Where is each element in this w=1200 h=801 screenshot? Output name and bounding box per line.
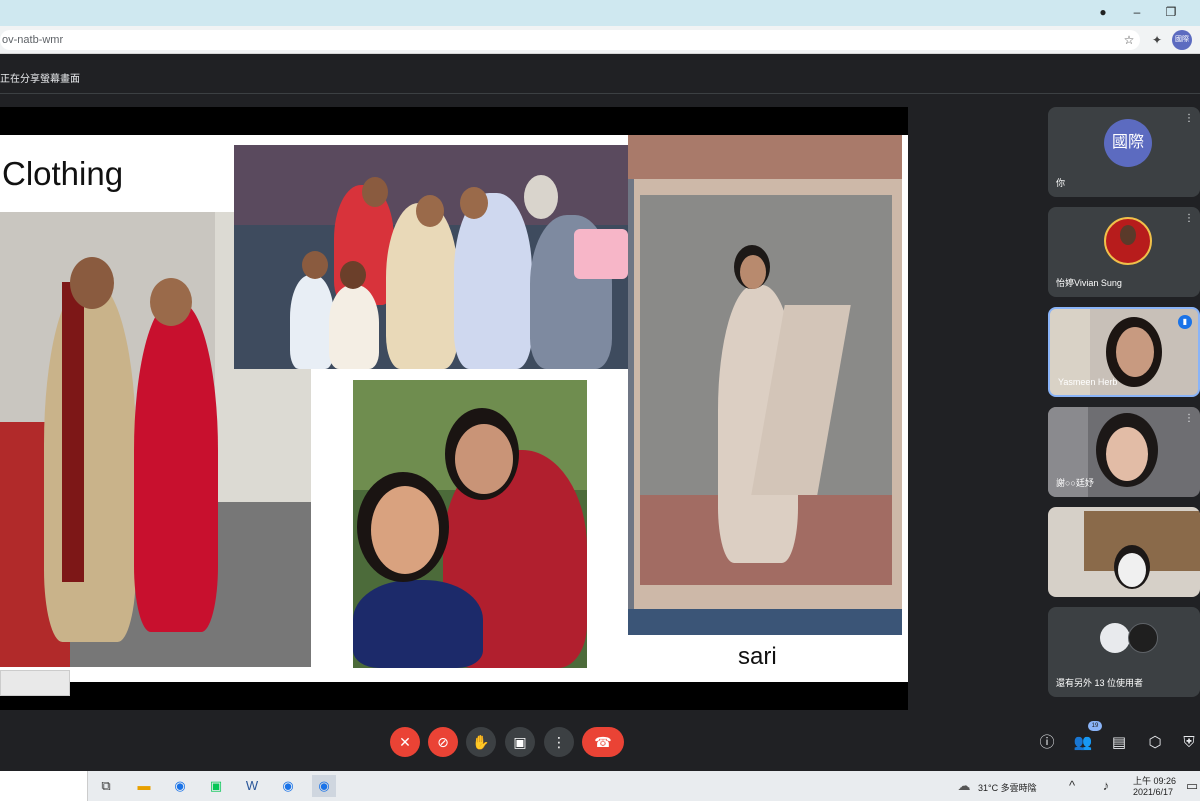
hangup-button[interactable]: ☎ bbox=[582, 727, 624, 757]
avatar bbox=[1128, 623, 1158, 653]
speaking-indicator-icon: ▮ bbox=[1178, 315, 1192, 329]
info-icon[interactable]: ⓘ bbox=[1036, 732, 1058, 754]
tray-chevron-icon[interactable]: ^ bbox=[1060, 775, 1084, 797]
hand-icon: ✋ bbox=[472, 734, 490, 750]
chat-icon[interactable]: ▤ bbox=[1108, 732, 1130, 754]
url-field[interactable]: ov-natb-wmr bbox=[0, 30, 1140, 50]
clock-time[interactable]: 上午 09:26 bbox=[1133, 774, 1176, 787]
host-controls-icon[interactable]: ⛨ bbox=[1178, 732, 1200, 754]
camera-button[interactable]: ⊘ bbox=[428, 727, 458, 757]
presentation-stage: Clothing sari bbox=[0, 107, 908, 710]
media-icon[interactable]: ● bbox=[1092, 3, 1114, 21]
address-bar: ov-natb-wmr ☆ ✦ 國際 bbox=[0, 26, 1200, 54]
clock-date[interactable]: 2021/6/17 bbox=[1133, 787, 1173, 797]
chrome-icon[interactable]: ◉ bbox=[168, 775, 192, 797]
raise-hand-button[interactable]: ✋ bbox=[466, 727, 496, 757]
avatar: 國際 bbox=[1104, 119, 1152, 167]
volume-icon[interactable]: ♪ bbox=[1094, 775, 1118, 797]
participant-tile-5[interactable] bbox=[1048, 507, 1200, 597]
weather-text[interactable]: 31°C 多雲時陰 bbox=[978, 781, 1037, 794]
people-icon[interactable]: 👥 bbox=[1072, 732, 1094, 754]
participant-name: 謝○○廷妤 bbox=[1056, 478, 1094, 488]
present-icon: ▣ bbox=[513, 734, 527, 750]
cloud-icon: ☁ bbox=[957, 778, 971, 793]
chrome-active-icon[interactable]: ◉ bbox=[312, 775, 336, 797]
participant-tile-yasmeen[interactable]: ▮ Yasmeen Herb bbox=[1048, 307, 1200, 397]
photo-selfie bbox=[353, 380, 587, 668]
slide: Clothing sari bbox=[0, 135, 908, 696]
participant-name: 還有另外 13 位使用者 bbox=[1056, 678, 1144, 688]
notifications-icon[interactable]: ▭ bbox=[1180, 775, 1200, 797]
mic-off-icon: ⋮ bbox=[1184, 113, 1194, 124]
participant-name: Yasmeen Herb bbox=[1058, 377, 1118, 387]
avatar bbox=[1100, 623, 1130, 653]
slide-title: Clothing bbox=[2, 155, 124, 192]
chrome-profile-icon[interactable]: ◉ bbox=[276, 775, 300, 797]
present-button[interactable]: ▣ bbox=[505, 727, 535, 757]
star-icon[interactable]: ☆ bbox=[1120, 31, 1138, 49]
participant-name: 怡婷Vivian Sung bbox=[1056, 278, 1122, 288]
mic-off-icon: ✕ bbox=[399, 734, 411, 750]
caption-sari: sari bbox=[738, 643, 777, 670]
more-options-button[interactable]: ⋮ bbox=[544, 727, 574, 757]
line-icon[interactable]: ▣ bbox=[204, 775, 228, 797]
photo-family bbox=[234, 145, 628, 369]
hangup-icon: ☎ bbox=[594, 734, 612, 750]
restore-button[interactable]: ❐ bbox=[1160, 3, 1182, 21]
browser-titlebar: ● – ❐ bbox=[0, 0, 1200, 26]
people-count-badge: 19 bbox=[1088, 721, 1102, 731]
minimize-button[interactable]: – bbox=[1126, 3, 1148, 21]
mic-off-icon: ⋮ bbox=[1184, 213, 1194, 224]
camera-off-icon: ⊘ bbox=[437, 734, 449, 750]
taskbar: ⧉ ▬ ◉ ▣ W ◉ ◉ ☁ 31°C 多雲時陰 ^ ♪ 上午 09:26 2… bbox=[0, 771, 1200, 801]
presenting-label: 正在分享螢幕畫面 bbox=[0, 74, 80, 85]
profile-avatar[interactable]: 國際 bbox=[1172, 30, 1192, 50]
taskbar-search[interactable] bbox=[0, 771, 88, 801]
participant-tile-self[interactable]: 國際 ⋮ 你 bbox=[1048, 107, 1200, 197]
participant-tile-vivian[interactable]: ⋮ 怡婷Vivian Sung bbox=[1048, 207, 1200, 297]
participant-tile-4[interactable]: ⋮ 謝○○廷妤 bbox=[1048, 407, 1200, 497]
mic-off-icon: ⋮ bbox=[1184, 413, 1194, 424]
task-view-icon[interactable]: ⧉ bbox=[94, 775, 118, 797]
activities-icon[interactable]: ⬡ bbox=[1144, 732, 1166, 754]
slide-controls[interactable] bbox=[0, 670, 70, 696]
more-icon: ⋮ bbox=[552, 734, 566, 750]
word-icon[interactable]: W bbox=[240, 775, 264, 797]
mic-button[interactable]: ✕ bbox=[390, 727, 420, 757]
participant-name: 你 bbox=[1056, 178, 1066, 188]
avatar bbox=[1104, 217, 1152, 265]
photo-sari bbox=[628, 135, 902, 635]
sharing-bar: 正在分享螢幕畫面 bbox=[0, 60, 1200, 94]
extensions-icon[interactable]: ✦ bbox=[1148, 31, 1166, 49]
participant-tile-others[interactable]: 還有另外 13 位使用者 bbox=[1048, 607, 1200, 697]
file-explorer-icon[interactable]: ▬ bbox=[132, 775, 156, 797]
